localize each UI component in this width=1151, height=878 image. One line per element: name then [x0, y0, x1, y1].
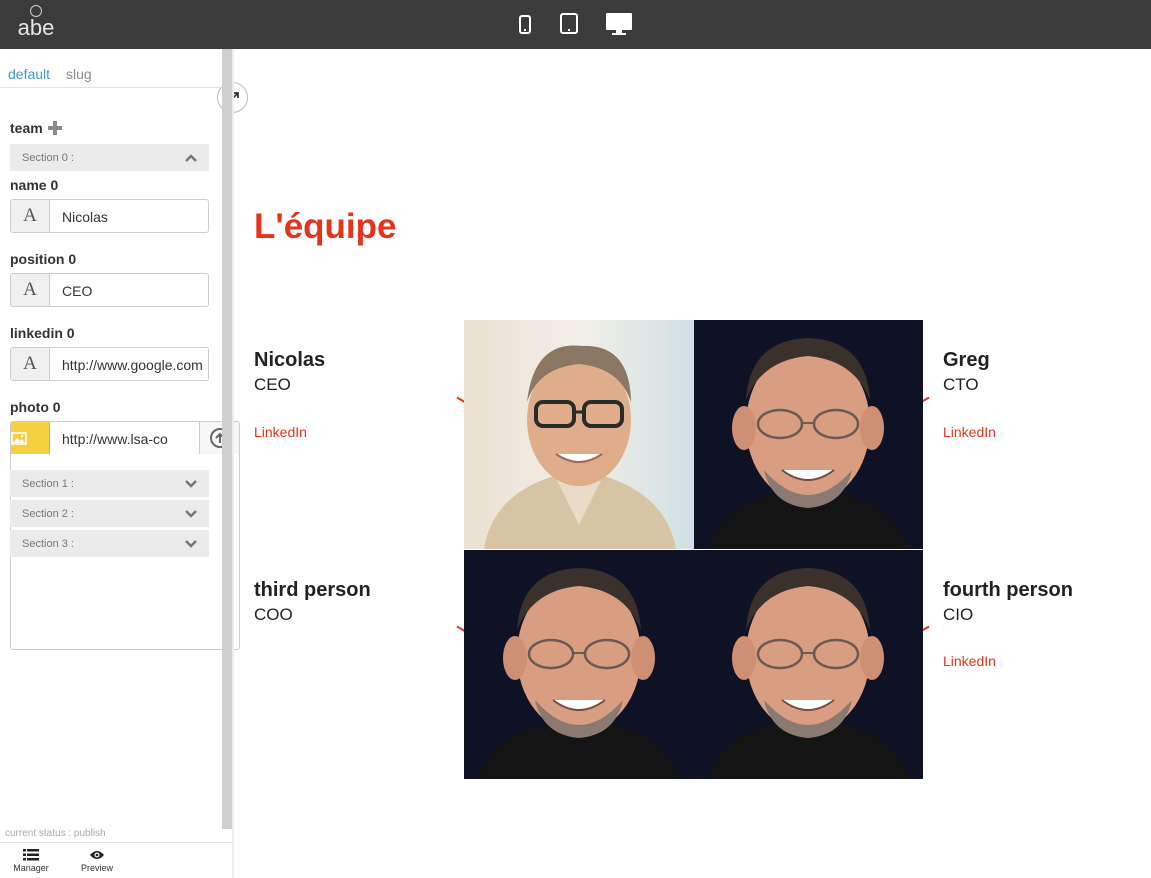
- add-section-icon[interactable]: [48, 121, 62, 135]
- publish-status: current status : publish: [5, 828, 106, 839]
- photo-label: photo 0: [10, 399, 61, 415]
- person-name: third person: [254, 579, 371, 601]
- top-bar: abe: [0, 0, 1151, 49]
- person-name: Greg: [943, 349, 990, 371]
- team-photo: [694, 550, 924, 779]
- section-label: Section 2 :: [22, 508, 74, 520]
- mobile-device-icon[interactable]: [519, 15, 531, 34]
- position-label: position 0: [10, 251, 77, 267]
- text-type-icon: A: [11, 348, 50, 380]
- chevron-down-icon: [185, 510, 197, 518]
- section-label: Section 0 :: [22, 152, 74, 164]
- photo-input-value[interactable]: http://www.lsa-conso.fr: [62, 431, 168, 447]
- editor-sidebar: default slug team Section 0 : name 0 A N…: [0, 49, 248, 878]
- name-field[interactable]: A Nicolas: [10, 199, 209, 233]
- linkedin-input-value[interactable]: http://www.google.com: [62, 357, 208, 373]
- device-switcher: [0, 10, 1151, 40]
- section-2-header[interactable]: Section 2 :: [10, 500, 209, 527]
- manager-label: Manager: [13, 863, 49, 873]
- preview-label: Preview: [80, 863, 113, 873]
- text-type-icon: A: [11, 200, 50, 232]
- linkedin-link[interactable]: LinkedIn: [254, 424, 307, 440]
- position-input-value[interactable]: CEO: [62, 283, 208, 299]
- chevron-down-icon: [185, 480, 197, 488]
- section-0-header[interactable]: Section 0 :: [10, 144, 209, 171]
- position-field[interactable]: A CEO: [10, 273, 209, 307]
- preview-button[interactable]: Preview: [76, 849, 118, 873]
- desktop-device-icon[interactable]: [605, 12, 633, 36]
- person-name: Nicolas: [254, 349, 326, 371]
- manager-button[interactable]: Manager: [10, 849, 52, 873]
- bottom-nav: Manager Preview: [0, 842, 234, 878]
- group-title: team: [10, 120, 43, 136]
- team-photo: [694, 320, 924, 549]
- name-input-value[interactable]: Nicolas: [62, 209, 208, 225]
- section-label: Section 3 :: [22, 538, 74, 550]
- sidebar-tabs: default slug: [0, 49, 220, 88]
- chevron-down-icon: [185, 540, 197, 548]
- person-position: CEO: [254, 375, 291, 394]
- sidebar-divider: [232, 49, 234, 878]
- sidebar-scrollbar[interactable]: [222, 49, 232, 829]
- linkedin-link[interactable]: LinkedIn: [943, 653, 996, 669]
- section-label: Section 1 :: [22, 478, 74, 490]
- linkedin-link[interactable]: LinkedIn: [943, 424, 996, 440]
- name-label: name 0: [10, 177, 59, 193]
- eye-icon: [90, 851, 104, 859]
- list-icon: [23, 849, 39, 861]
- person-position: CIO: [943, 605, 974, 624]
- section-1-header[interactable]: Section 1 :: [10, 470, 209, 497]
- image-icon[interactable]: [11, 422, 50, 454]
- person-position: CTO: [943, 375, 979, 394]
- person-position: COO: [254, 605, 293, 624]
- chevron-up-icon: [185, 154, 197, 162]
- tab-slug[interactable]: slug: [66, 66, 92, 82]
- tablet-device-icon[interactable]: [560, 13, 578, 34]
- page-title: L'équipe: [254, 207, 397, 246]
- person-name: fourth person: [943, 579, 1073, 601]
- team-photo: [464, 550, 694, 779]
- team-photo: [464, 320, 694, 549]
- tab-default[interactable]: default: [8, 66, 50, 82]
- linkedin-field[interactable]: A http://www.google.com: [10, 347, 209, 381]
- linkedin-label: linkedin 0: [10, 325, 75, 341]
- text-type-icon: A: [11, 274, 50, 306]
- section-3-header[interactable]: Section 3 :: [10, 530, 209, 557]
